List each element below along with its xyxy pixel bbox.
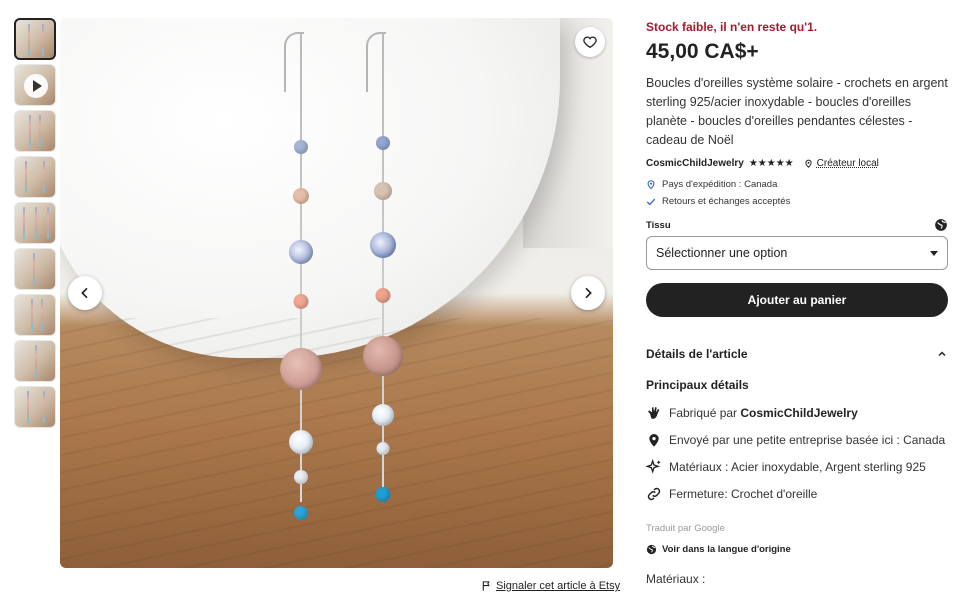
shipping-country-row: Pays d'expédition : Canada [646, 179, 948, 190]
variation-header: Tissu [646, 218, 948, 232]
play-icon [24, 74, 48, 98]
price: 45,00 CA$+ [646, 40, 759, 63]
location-pin-icon [647, 180, 655, 190]
thumbnail-7[interactable] [14, 294, 56, 336]
check-icon [646, 198, 656, 205]
shipped-by-row: Envoyé par une petite entreprise basée i… [646, 432, 948, 448]
caret-down-icon [930, 250, 938, 256]
seller-name[interactable]: CosmicChildJewelry [646, 158, 744, 169]
materials-text: Matériaux : Acier inoxydable, Argent ste… [669, 460, 926, 474]
wood-table [60, 318, 613, 568]
variation-select-value: Sélectionner une option [656, 246, 788, 260]
earring-left [278, 32, 324, 532]
local-creator-label[interactable]: Créateur local [817, 158, 879, 169]
item-details-toggle[interactable]: Détails de l'article [646, 346, 948, 362]
thumbnail-3[interactable] [14, 110, 56, 152]
made-by-seller[interactable]: CosmicChildJewelry [740, 406, 857, 420]
chevron-left-icon [81, 287, 88, 299]
thumbnail-8[interactable] [14, 340, 56, 382]
flag-icon [482, 581, 490, 591]
thumbnail-video[interactable] [14, 64, 56, 106]
variation-label: Tissu [646, 219, 671, 231]
chevron-right-icon [585, 287, 592, 299]
report-link[interactable]: Signaler cet article à Etsy [481, 580, 620, 592]
earring-right [360, 32, 406, 532]
closure-row: Fermeture: Crochet d'oreille [646, 486, 948, 502]
key-details-title: Principaux détails [646, 378, 749, 392]
location-pin-icon [649, 434, 659, 447]
thumbnail-5[interactable] [14, 202, 56, 244]
hand-icon [648, 407, 660, 419]
thumbnail-9[interactable] [14, 386, 56, 428]
view-original-language[interactable]: Voir dans la langue d'origine [646, 543, 948, 555]
closure-text: Fermeture: Crochet d'oreille [669, 487, 818, 501]
stock-notice: Stock faible, il n'en reste qu'1. [646, 20, 818, 34]
report-label[interactable]: Signaler cet article à Etsy [496, 580, 620, 592]
variation-select[interactable]: Sélectionner une option [646, 236, 948, 270]
thumbnail-6[interactable] [14, 248, 56, 290]
seller-row: CosmicChildJewelry ★★★★★ Créateur local [646, 156, 948, 170]
item-details-title: Détails de l'article [646, 347, 748, 361]
add-to-cart-button[interactable]: Ajouter au panier [646, 283, 948, 317]
product-title: Boucles d'oreilles système solaire - cro… [646, 76, 948, 147]
globe-icon [646, 544, 657, 554]
translated-by-google: Traduit par Google [646, 523, 725, 534]
globe-icon[interactable] [934, 218, 948, 232]
sparkle-icon [646, 459, 661, 474]
rating-stars[interactable]: ★★★★★ [749, 158, 794, 169]
returns-text: Retours et échanges acceptés [662, 196, 791, 207]
heart-icon [583, 36, 597, 49]
thumbnail-strip [14, 18, 56, 432]
link-icon [647, 487, 661, 501]
local-creator-badge[interactable]: Créateur local [804, 158, 879, 169]
made-by-row: Fabriqué par CosmicChildJewelry [646, 405, 948, 421]
shipping-country: Pays d'expédition : Canada [662, 179, 778, 190]
chevron-up-icon [938, 351, 946, 357]
view-original-label[interactable]: Voir dans la langue d'origine [662, 544, 791, 555]
location-pin-icon [805, 159, 812, 168]
favorite-button[interactable] [575, 27, 605, 57]
materials-heading: Matériaux : [646, 572, 706, 586]
main-product-image [60, 18, 613, 568]
materials-row: Matériaux : Acier inoxydable, Argent ste… [646, 459, 948, 475]
shipped-by-text: Envoyé par une petite entreprise basée i… [669, 433, 946, 447]
previous-image-button[interactable] [68, 276, 102, 310]
product-panel: Stock faible, il n'en reste qu'1. 45,00 … [646, 20, 948, 588]
thumbnail-4[interactable] [14, 156, 56, 198]
next-image-button[interactable] [571, 276, 605, 310]
returns-row: Retours et échanges acceptés [646, 196, 948, 207]
made-by-prefix: Fabriqué par [669, 406, 741, 420]
thumbnail-1[interactable] [14, 18, 56, 60]
